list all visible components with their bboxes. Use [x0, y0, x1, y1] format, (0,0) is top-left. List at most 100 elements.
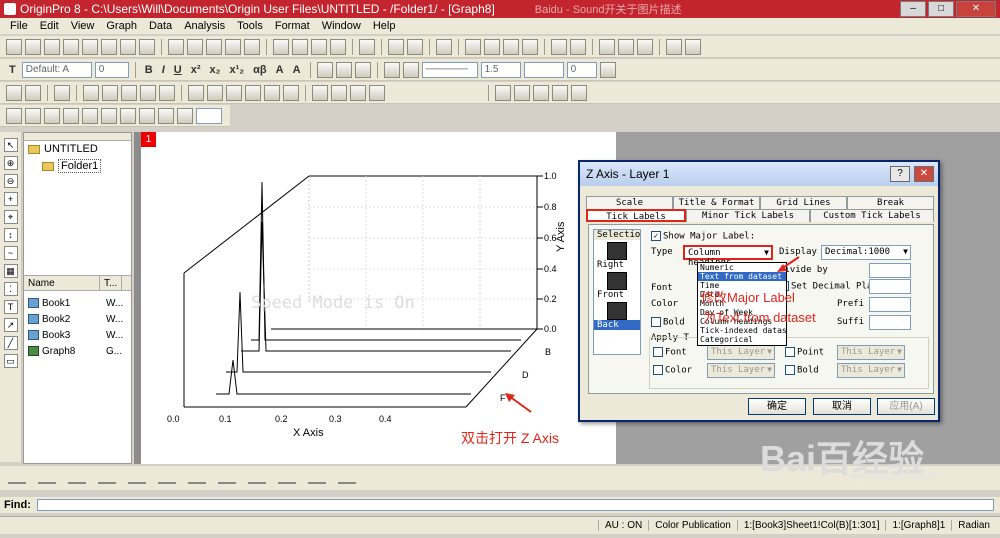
refresh-icon[interactable] — [388, 38, 404, 55]
open-icon[interactable] — [168, 38, 184, 55]
rectangle-tool-icon[interactable]: ▭ — [3, 354, 18, 368]
mask-points-icon[interactable]: ▦ — [3, 264, 18, 278]
pattern-select[interactable] — [523, 61, 564, 78]
suffix-input[interactable] — [869, 315, 911, 330]
legend-icon[interactable] — [312, 84, 328, 101]
axes-right-icon[interactable] — [245, 84, 261, 101]
3d-perspective-icon[interactable] — [571, 84, 587, 101]
list-item[interactable]: Book2 W... — [24, 311, 131, 327]
3d-tool2-icon[interactable] — [25, 107, 41, 124]
apply-bold-checkbox[interactable] — [785, 365, 795, 375]
decimal-places-input[interactable] — [869, 279, 911, 294]
col-name-header[interactable]: Name — [24, 276, 100, 290]
pie-icon[interactable] — [218, 472, 236, 484]
merge-graph-icon[interactable] — [121, 84, 137, 101]
line-style-select[interactable]: ────── — [421, 61, 478, 78]
pointer-icon[interactable]: ↖ — [3, 138, 18, 152]
bold-checkbox[interactable] — [651, 317, 661, 327]
list-item[interactable]: Book1 W... — [24, 295, 131, 311]
add-right-y-icon[interactable] — [102, 84, 118, 101]
apply-bold-row[interactable]: Bold — [785, 365, 819, 376]
save-icon[interactable] — [225, 38, 241, 55]
menu-graph[interactable]: Graph — [100, 20, 143, 32]
bold-row[interactable]: Bold — [651, 317, 685, 328]
bold-icon[interactable]: B — [142, 64, 156, 76]
add-column-icon[interactable] — [551, 38, 567, 55]
superscript-icon[interactable]: x² — [188, 64, 204, 76]
code-builder-icon[interactable] — [503, 38, 519, 55]
font-size-select[interactable]: 0 — [94, 61, 129, 78]
new-workbook-icon[interactable] — [25, 38, 41, 55]
zoom-out-icon[interactable] — [25, 84, 41, 101]
polar-icon[interactable] — [248, 472, 266, 484]
3d-icon[interactable] — [338, 472, 356, 484]
align-center-icon[interactable] — [335, 61, 352, 78]
area-icon[interactable] — [188, 472, 206, 484]
prefix-input[interactable] — [869, 297, 911, 312]
rescale-icon[interactable] — [54, 84, 70, 101]
minimize-button[interactable]: – — [900, 1, 926, 17]
save-template-icon[interactable] — [244, 38, 260, 55]
ternary-icon[interactable] — [278, 472, 296, 484]
menu-data[interactable]: Data — [143, 20, 178, 32]
3d-tool9-icon[interactable] — [158, 107, 174, 124]
3d-tool7-icon[interactable] — [120, 107, 136, 124]
import-excel-icon[interactable] — [330, 38, 346, 55]
selection-right[interactable]: Right — [594, 260, 640, 270]
rotate-icon[interactable] — [599, 61, 616, 78]
apply-font-row[interactable]: Font — [653, 347, 687, 358]
duplicate-icon[interactable] — [407, 38, 423, 55]
draw-data-icon[interactable]: ~ — [3, 246, 18, 260]
layer-icon[interactable] — [331, 84, 347, 101]
x-axis-title[interactable]: X Axis — [293, 427, 324, 439]
list-item[interactable]: Book3 W... — [24, 327, 131, 343]
menu-file[interactable]: File — [4, 20, 34, 32]
selection-list[interactable]: Selectio Right Front Back — [593, 229, 641, 355]
menu-tools[interactable]: Tools — [231, 20, 269, 32]
open-template-icon[interactable] — [187, 38, 203, 55]
display-select[interactable]: Decimal:1000 ▼ — [821, 245, 911, 260]
data-selector-icon[interactable]: ↕ — [3, 228, 18, 242]
zoom-tool-icon[interactable]: ⊕ — [3, 156, 18, 170]
cut-icon[interactable] — [599, 38, 615, 55]
divide-by-input[interactable] — [869, 263, 911, 278]
fill-color-icon[interactable] — [383, 61, 400, 78]
line-color-icon[interactable] — [402, 61, 419, 78]
menu-edit[interactable]: Edit — [34, 20, 65, 32]
selection-front[interactable]: Front — [594, 290, 640, 300]
table-icon[interactable] — [369, 84, 385, 101]
apply-point-select[interactable]: This Layer ▼ — [837, 345, 905, 360]
3d-rotate-icon[interactable] — [533, 84, 549, 101]
tab-minor-tick-labels[interactable]: Minor Tick Labels — [686, 209, 810, 222]
menu-help[interactable]: Help — [367, 20, 402, 32]
type-option[interactable]: Numeric — [698, 263, 786, 272]
apply-color-checkbox[interactable] — [653, 365, 663, 375]
go-icon[interactable] — [570, 38, 586, 55]
apply-bold-select[interactable]: This Layer ▼ — [837, 363, 905, 378]
menu-format[interactable]: Format — [269, 20, 316, 32]
apply-point-row[interactable]: Point — [785, 347, 824, 358]
line-tool-icon[interactable]: ╱ — [3, 336, 18, 350]
contour-icon[interactable] — [308, 472, 326, 484]
selection-back[interactable]: Back — [594, 320, 640, 330]
mask-icon[interactable] — [666, 38, 682, 55]
results-log-icon[interactable] — [465, 38, 481, 55]
type-option[interactable]: Tick-indexed dataset — [698, 326, 786, 335]
apply-font-select[interactable]: This Layer ▼ — [707, 345, 775, 360]
paste-icon[interactable] — [637, 38, 653, 55]
data-reader-icon[interactable]: ⌖ — [3, 210, 18, 224]
column-icon[interactable] — [128, 472, 146, 484]
axes-left-icon[interactable] — [283, 84, 299, 101]
import-wizard-icon[interactable] — [311, 38, 327, 55]
apply-color-select[interactable]: This Layer ▼ — [707, 363, 775, 378]
tab-scale[interactable]: Scale — [586, 196, 673, 209]
new-project-icon[interactable] — [6, 38, 22, 55]
axes-bottom-icon[interactable] — [264, 84, 280, 101]
menu-view[interactable]: View — [65, 20, 101, 32]
new-graph-icon[interactable] — [44, 38, 60, 55]
3d-tool6-icon[interactable] — [101, 107, 117, 124]
tab-break[interactable]: Break — [847, 196, 934, 209]
new-layout-icon[interactable] — [101, 38, 117, 55]
tab-custom-tick-labels[interactable]: Custom Tick Labels — [810, 209, 934, 222]
arrow-tool-icon[interactable]: ↗ — [3, 318, 18, 332]
